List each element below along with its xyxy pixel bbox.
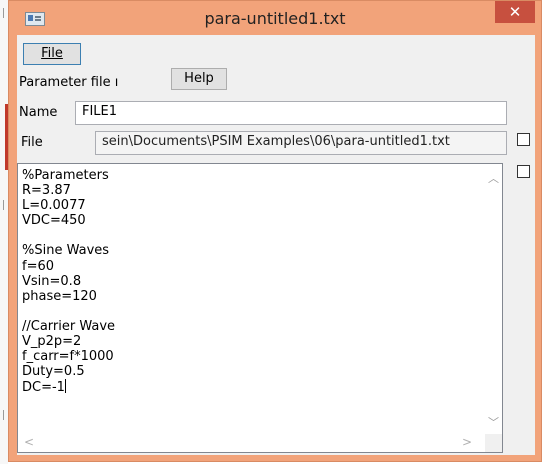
- window-client-area: File Parameter file ı Help Name FILE1 Fi…: [17, 35, 535, 455]
- title-bar[interactable]: para-untitled1.txt ✕: [9, 1, 541, 35]
- editor-checkbox[interactable]: [517, 165, 530, 178]
- name-label: Name: [19, 105, 58, 120]
- parameter-file-label: Parameter file ı: [19, 75, 119, 90]
- help-button[interactable]: Help: [171, 68, 227, 90]
- parameter-file-window: para-untitled1.txt ✕ File Parameter file…: [8, 0, 542, 462]
- file-checkbox[interactable]: [517, 133, 530, 146]
- close-button[interactable]: ✕: [495, 1, 535, 23]
- editor-text[interactable]: %Parameters R=3.87 L=0.0077 VDC=450 %Sin…: [22, 168, 115, 395]
- scrollbar-corner: [485, 434, 502, 452]
- name-field[interactable]: FILE1: [75, 101, 507, 125]
- background-tick: [3, 200, 4, 210]
- window-title: para-untitled1.txt: [204, 9, 346, 28]
- file-menu-label: File: [41, 46, 63, 61]
- chevron-up-icon[interactable]: ︿: [488, 170, 499, 186]
- file-path-field[interactable]: sein\Documents\PSIM Examples\06\para-unt…: [95, 131, 507, 155]
- chevron-right-icon[interactable]: >: [462, 435, 472, 449]
- background-desktop-strip: [0, 0, 8, 464]
- file-label: File: [21, 135, 43, 150]
- vertical-scrollbar[interactable]: ︿ ﹀: [485, 164, 502, 434]
- chevron-left-icon[interactable]: <: [24, 435, 34, 449]
- background-tick: [3, 8, 4, 18]
- parameter-editor[interactable]: %Parameters R=3.87 L=0.0077 VDC=450 %Sin…: [17, 163, 503, 453]
- text-caret: [64, 379, 66, 394]
- close-icon: ✕: [508, 3, 522, 21]
- file-menu-button[interactable]: File: [23, 43, 81, 65]
- background-tick: [3, 410, 4, 420]
- horizontal-scrollbar[interactable]: < >: [18, 434, 502, 452]
- chevron-down-icon[interactable]: ﹀: [488, 414, 499, 430]
